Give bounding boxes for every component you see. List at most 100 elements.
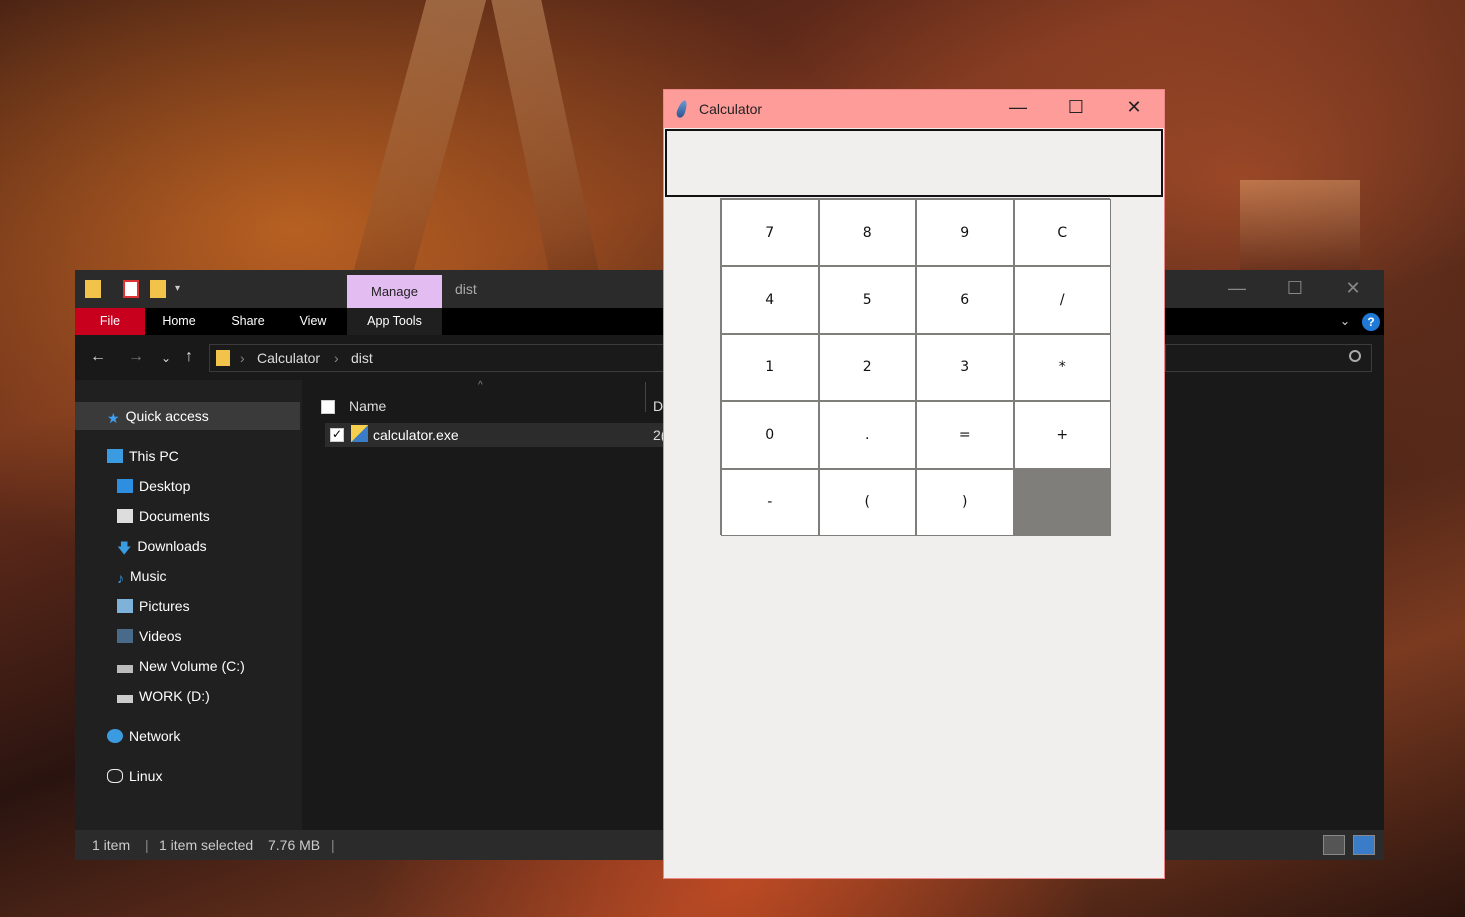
calculator-window: Calculator — ☐ ✕ 7 8 9 C 4 5 6 / 1 2 3 *…	[663, 89, 1165, 879]
sort-ascending-icon: ^	[478, 380, 483, 391]
breadcrumb-calculator[interactable]: Calculator	[257, 350, 320, 366]
sidebar-item-label: Documents	[139, 508, 210, 524]
minimize-icon[interactable]: —	[1217, 278, 1257, 299]
large-icons-view-icon[interactable]	[1353, 835, 1375, 855]
sidebar-item-music[interactable]: ♪ Music	[117, 562, 167, 590]
sidebar-item-label: Linux	[129, 768, 163, 784]
calculator-titlebar: Calculator — ☐ ✕	[664, 90, 1164, 128]
help-icon[interactable]: ?	[1362, 313, 1380, 331]
breadcrumb-dist[interactable]: dist	[351, 350, 373, 366]
key-2[interactable]: 2	[818, 333, 916, 402]
drive-icon	[117, 695, 133, 703]
selected-size: 7.76 MB	[268, 837, 321, 853]
customize-quick-access-icon[interactable]: ▾	[175, 280, 191, 298]
row-checkbox[interactable]: ✓	[330, 428, 344, 442]
address-bar[interactable]: › Calculator › dist	[209, 344, 669, 372]
documents-icon	[117, 509, 133, 523]
recent-locations-icon[interactable]: ⌄	[161, 351, 171, 365]
download-icon: 🡇	[117, 540, 132, 556]
tab-home[interactable]: Home	[145, 308, 213, 335]
sidebar-item-label: Desktop	[139, 478, 191, 494]
window-title: dist	[455, 281, 477, 297]
forward-icon[interactable]: →	[128, 348, 144, 366]
tab-app-tools[interactable]: App Tools	[347, 308, 442, 335]
item-count: 1 item	[92, 837, 131, 853]
sidebar-item-label: New Volume (C:)	[139, 658, 245, 674]
music-icon: ♪	[117, 570, 124, 586]
sidebar-item-label: Pictures	[139, 598, 190, 614]
key-close-paren[interactable]: )	[916, 468, 1014, 536]
key-4[interactable]: 4	[721, 266, 819, 334]
tab-manage[interactable]: Manage	[347, 275, 442, 308]
key-8[interactable]: 8	[818, 199, 916, 267]
key-open-paren[interactable]: (	[818, 468, 916, 536]
key-multiply[interactable]: *	[1013, 333, 1111, 402]
key-divide[interactable]: /	[1013, 266, 1111, 334]
tab-view[interactable]: View	[283, 308, 343, 335]
sidebar-item-downloads[interactable]: 🡇 Downloads	[117, 532, 207, 560]
breadcrumb-separator: ›	[334, 350, 339, 366]
back-icon[interactable]: ←	[90, 348, 106, 366]
key-1[interactable]: 1	[721, 333, 819, 402]
sidebar-item-quick-access[interactable]: ★ Quick access	[107, 402, 209, 430]
network-icon	[107, 729, 123, 743]
calculator-display[interactable]	[665, 129, 1163, 197]
expand-ribbon-icon[interactable]: ⌄	[1333, 308, 1357, 335]
file-name: calculator.exe	[373, 427, 459, 443]
tab-file[interactable]: File	[75, 308, 145, 335]
close-icon[interactable]: ✕	[1112, 97, 1156, 118]
sidebar-item-drive-d[interactable]: WORK (D:)	[117, 682, 210, 710]
tk-feather-icon	[675, 99, 689, 119]
exe-file-icon	[351, 425, 368, 442]
column-divider[interactable]	[645, 382, 646, 412]
search-input[interactable]	[1165, 344, 1372, 372]
sidebar-item-desktop[interactable]: Desktop	[117, 472, 190, 500]
maximize-icon[interactable]: ☐	[1054, 97, 1098, 118]
sidebar-item-label: Music	[130, 568, 167, 584]
folder-icon	[85, 280, 101, 298]
details-view-icon[interactable]	[1323, 835, 1345, 855]
folder-icon	[216, 350, 230, 366]
column-header-name[interactable]: Name	[349, 398, 386, 414]
maximize-icon[interactable]: ☐	[1275, 278, 1315, 299]
key-3[interactable]: 3	[916, 333, 1014, 402]
drive-icon	[117, 665, 133, 673]
calculator-title: Calculator	[699, 101, 763, 117]
sidebar-item-documents[interactable]: Documents	[117, 502, 210, 530]
key-equals[interactable]: =	[916, 401, 1014, 469]
wallpaper-tower	[1240, 180, 1360, 270]
key-5[interactable]: 5	[818, 266, 916, 334]
sidebar-item-drive-c[interactable]: New Volume (C:)	[117, 652, 245, 680]
column-header-date[interactable]: D	[653, 398, 663, 414]
close-icon[interactable]: ✕	[1333, 278, 1373, 299]
tab-share[interactable]: Share	[213, 308, 283, 335]
sidebar-item-this-pc[interactable]: This PC	[107, 442, 179, 470]
key-clear[interactable]: C	[1013, 199, 1111, 267]
key-plus[interactable]: +	[1013, 401, 1111, 469]
properties-icon[interactable]	[123, 280, 139, 298]
key-decimal[interactable]: .	[818, 401, 916, 469]
file-list: ^ Name D ✓ calculator.exe 2(	[303, 380, 665, 830]
status-separator: |	[145, 837, 149, 853]
key-0[interactable]: 0	[721, 401, 819, 469]
minimize-icon[interactable]: —	[996, 97, 1040, 118]
key-minus[interactable]: -	[721, 468, 819, 536]
sidebar-item-linux[interactable]: Linux	[107, 762, 162, 790]
sidebar-item-videos[interactable]: Videos	[117, 622, 182, 650]
sidebar-item-network[interactable]: Network	[107, 722, 180, 750]
linux-penguin-icon	[107, 769, 123, 783]
key-6[interactable]: 6	[916, 266, 1014, 334]
sidebar-item-pictures[interactable]: Pictures	[117, 592, 190, 620]
navigation-pane: ★ Quick access This PC Desktop Documents …	[75, 380, 302, 830]
new-folder-icon[interactable]	[150, 280, 166, 298]
up-icon[interactable]: ↑	[185, 348, 193, 366]
wallpaper-tower	[353, 0, 487, 270]
sidebar-item-label: Quick access	[125, 408, 209, 424]
sidebar-item-label: WORK (D:)	[139, 688, 210, 704]
select-all-checkbox[interactable]	[321, 400, 335, 414]
desktop-icon	[117, 479, 133, 493]
key-7[interactable]: 7	[721, 199, 819, 267]
computer-icon	[107, 449, 123, 463]
key-9[interactable]: 9	[916, 199, 1014, 267]
empty-key-slot	[1013, 468, 1111, 536]
